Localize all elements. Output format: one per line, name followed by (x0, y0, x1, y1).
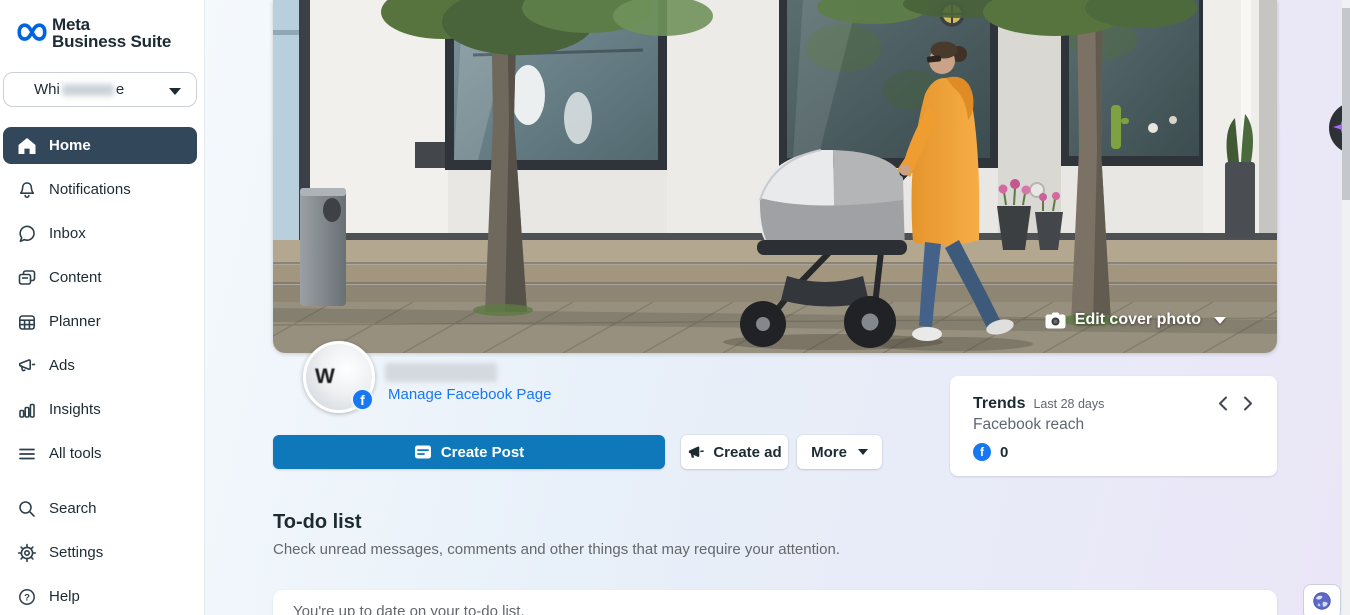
sidebar-item-label: Inbox (49, 225, 86, 242)
gear-icon (17, 543, 37, 563)
sidebar-item-notifications[interactable]: Notifications (3, 171, 197, 208)
svg-text:?: ? (24, 592, 30, 603)
create-ad-label: Create ad (713, 444, 781, 461)
trends-card: Trends Last 28 days Facebook reach f 0 (950, 376, 1277, 476)
sidebar-item-label: Home (49, 137, 91, 154)
sidebar-item-label: Search (49, 500, 97, 517)
sidebar-item-all-tools[interactable]: All tools (3, 435, 197, 472)
main-content-area: Edit cover photo (205, 0, 1350, 615)
create-post-label: Create Post (441, 444, 524, 461)
blurred-page-name (62, 84, 114, 96)
sidebar-item-home[interactable]: Home (3, 127, 197, 164)
sidebar-item-label: Content (49, 269, 102, 286)
meta-logo-icon (15, 17, 49, 43)
search-icon (17, 499, 37, 519)
camera-icon (1045, 312, 1066, 329)
blurred-page-title (385, 363, 497, 382)
more-label: More (811, 444, 847, 461)
edit-cover-photo-label: Edit cover photo (1075, 311, 1201, 329)
sidebar-item-label: Insights (49, 401, 101, 418)
page-selector-dropdown[interactable]: Whi e (3, 72, 197, 107)
scrollbar-thumb[interactable] (1342, 8, 1350, 200)
sidebar-item-settings[interactable]: Settings (3, 534, 197, 571)
sidebar: Meta Business Suite Whi e Home Notificat… (0, 0, 205, 615)
todo-list-subtitle: Check unread messages, comments and othe… (273, 541, 840, 558)
sidebar-item-content[interactable]: Content (3, 259, 197, 296)
avatar-initial: W (315, 365, 335, 389)
calendar-icon (17, 312, 37, 332)
chat-bubble-icon (17, 224, 37, 244)
scrollbar-track[interactable] (1342, 0, 1350, 615)
trends-period: Last 28 days (1033, 397, 1104, 411)
page-selector-label: Whi e (34, 81, 124, 98)
megaphone-icon (17, 356, 37, 376)
todo-list-card: You're up to date on your to-do list. (273, 590, 1277, 615)
globe-icon (1312, 591, 1332, 611)
manage-facebook-page-link[interactable]: Manage Facebook Page (388, 386, 551, 403)
bar-chart-icon (17, 400, 37, 420)
facebook-icon: f (973, 443, 991, 461)
meta-business-suite-app: { "brand": { "line1": "Meta", "line2": "… (0, 0, 1350, 615)
more-button[interactable]: More (797, 435, 882, 469)
menu-lines-icon (17, 444, 37, 464)
cover-photo-illustration (273, 0, 1277, 353)
sidebar-item-search[interactable]: Search (3, 490, 197, 527)
post-icon (414, 443, 432, 461)
language-globe-button[interactable] (1303, 584, 1341, 615)
facebook-badge-icon: f (351, 388, 374, 411)
sidebar-item-label: Notifications (49, 181, 131, 198)
page-avatar[interactable]: W f (303, 341, 375, 413)
megaphone-icon (687, 444, 704, 461)
brand-name-line2: Business Suite (52, 32, 171, 52)
sidebar-item-help[interactable]: ? Help (3, 578, 197, 615)
sidebar-item-ads[interactable]: Ads (3, 347, 197, 384)
sidebar-item-inbox[interactable]: Inbox (3, 215, 197, 252)
sidebar-item-insights[interactable]: Insights (3, 391, 197, 428)
chevron-right-button[interactable] (1243, 396, 1253, 411)
sidebar-item-planner[interactable]: Planner (3, 303, 197, 340)
sidebar-item-label: Help (49, 588, 80, 605)
help-icon: ? (17, 587, 37, 607)
edit-cover-photo-button[interactable]: Edit cover photo (1045, 306, 1226, 334)
content-cards-icon (17, 268, 37, 288)
create-post-button[interactable]: Create Post (273, 435, 665, 469)
chevron-down-icon (169, 88, 181, 95)
todo-list-title: To-do list (273, 511, 362, 534)
bell-icon (17, 180, 37, 200)
sidebar-item-label: Planner (49, 313, 101, 330)
todo-empty-message: You're up to date on your to-do list. (293, 603, 1277, 615)
sidebar-item-label: Ads (49, 357, 75, 374)
sidebar-item-label: Settings (49, 544, 103, 561)
trends-metric-label: Facebook reach (973, 416, 1253, 434)
home-icon (17, 136, 37, 156)
chevron-down-icon (858, 449, 868, 455)
chevron-down-icon (1214, 317, 1226, 324)
sidebar-item-label: All tools (49, 445, 102, 462)
create-ad-button[interactable]: Create ad (681, 435, 788, 469)
cover-photo[interactable]: Edit cover photo (273, 0, 1277, 353)
facebook-reach-value: 0 (1000, 444, 1008, 461)
trends-title: Trends (973, 395, 1025, 413)
chevron-left-button[interactable] (1218, 396, 1228, 411)
